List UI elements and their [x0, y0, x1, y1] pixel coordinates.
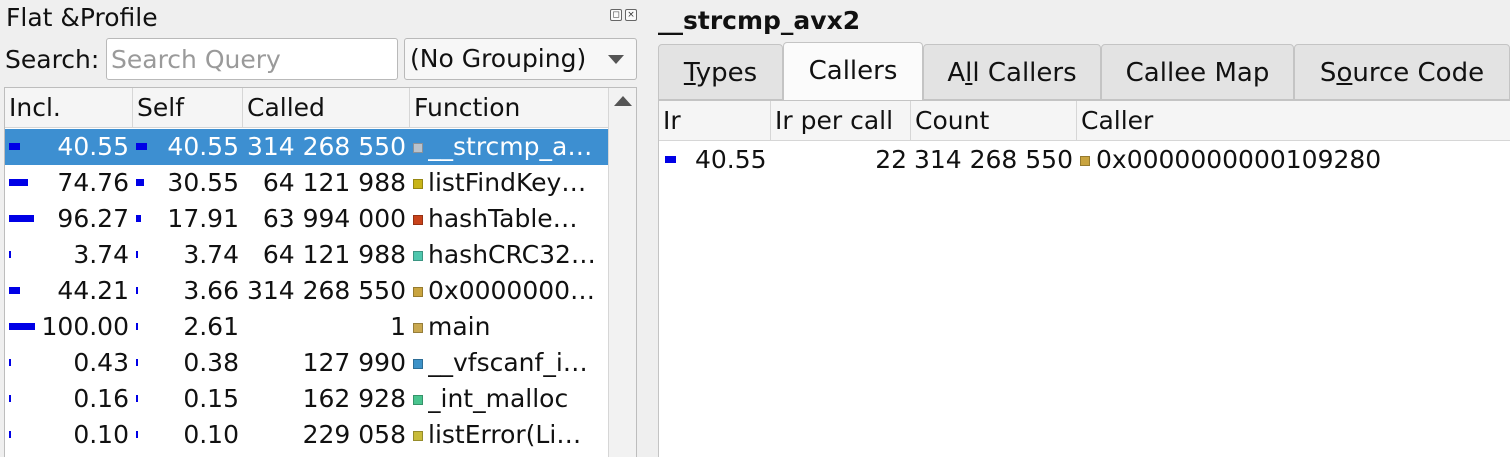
function-cell: _int_malloc: [428, 384, 569, 413]
table-row[interactable]: 0.43 0.38 127 990 __vfscanf_i…: [5, 345, 610, 381]
vertical-scrollbar[interactable]: [608, 88, 636, 457]
function-cell: listError(Li…: [428, 420, 582, 449]
incl-cell: 96.27: [57, 204, 129, 233]
flat-profile-dock: Flat &Profile ◻ × Search: (No Grouping) …: [0, 0, 640, 457]
caller-color-icon: [1080, 156, 1090, 166]
self-cell: 3.74: [183, 240, 239, 269]
grouping-select[interactable]: (No Grouping): [404, 38, 637, 80]
ir-cost-bar: [665, 156, 676, 163]
table-row[interactable]: 0.16 0.15 162 928 _int_malloc: [5, 381, 610, 417]
column-header-incl[interactable]: Incl.: [5, 88, 133, 128]
function-color-icon: [413, 359, 423, 369]
column-header-called[interactable]: Called: [243, 88, 410, 128]
count-cell: 314 268 550: [913, 145, 1073, 174]
column-header-function[interactable]: Function: [410, 88, 610, 128]
table-row[interactable]: 96.27 17.91 63 994 000 hashTable…: [5, 201, 610, 237]
self-cell: 0.15: [183, 384, 239, 413]
function-color-icon: [413, 431, 423, 441]
function-cell: 0x0000000…: [428, 276, 596, 305]
function-cell: hashCRC32…: [428, 240, 596, 269]
function-color-icon: [413, 251, 423, 261]
column-header-ir[interactable]: Ir: [659, 101, 771, 141]
tab-callers[interactable]: Callers: [783, 42, 923, 100]
tab-callee-map[interactable]: Callee Map: [1101, 44, 1294, 100]
table-row[interactable]: 74.76 30.55 64 121 988 listFindKey…: [5, 165, 610, 201]
function-cell: main: [428, 312, 491, 341]
called-cell: 162 928: [302, 384, 406, 413]
dock-close-icon[interactable]: ×: [625, 9, 637, 21]
self-cell: 40.55: [167, 132, 239, 161]
search-label: Search:: [5, 45, 100, 74]
tab-label: All Callers: [947, 58, 1077, 88]
incl-cell: 0.10: [73, 420, 129, 449]
dock-title: Flat &Profile: [6, 3, 158, 32]
incl-cell: 40.55: [57, 132, 129, 161]
column-header-caller[interactable]: Caller: [1077, 101, 1510, 141]
column-header-self[interactable]: Self: [133, 88, 243, 128]
self-cell: 3.66: [183, 276, 239, 305]
function-color-icon: [413, 215, 423, 225]
flat-profile-table[interactable]: Incl. Self Called Function 40.55 40.55 314…: [4, 87, 637, 457]
table-row[interactable]: 40.55 22 314 268 550 0x0000000000109280: [659, 142, 1510, 178]
incl-cell: 74.76: [57, 168, 129, 197]
tab-label: Callers: [808, 56, 898, 86]
called-cell: 127 990: [302, 348, 406, 377]
tab-all-callers[interactable]: All Callers: [923, 44, 1101, 100]
incl-cell: 100.00: [41, 312, 129, 341]
incl-cell: 0.43: [73, 348, 129, 377]
ir-per-call-cell: 22: [875, 145, 907, 174]
detail-tabbar: Types Callers All Callers Callee Map Sou…: [658, 42, 1510, 100]
grouping-value: (No Grouping): [410, 44, 587, 73]
tab-label: Types: [683, 58, 758, 88]
scroll-up-arrow-icon[interactable]: [614, 96, 632, 106]
function-cell: listFindKey…: [428, 168, 587, 197]
called-cell: 64 121 988: [262, 240, 406, 269]
function-title: __strcmp_avx2: [658, 6, 861, 35]
table-row[interactable]: 40.55 40.55 314 268 550 __strcmp_a…: [5, 129, 610, 165]
function-color-icon: [413, 323, 423, 333]
column-header-ir-per-call[interactable]: Ir per call: [771, 101, 911, 141]
tab-label: Source Code: [1319, 58, 1485, 88]
called-cell: 63 994 000: [262, 204, 406, 233]
table-row[interactable]: 44.21 3.66 314 268 550 0x0000000…: [5, 273, 610, 309]
search-input[interactable]: [106, 38, 398, 80]
dock-restore-icon[interactable]: ◻: [610, 9, 622, 21]
called-cell: 314 268 550: [246, 132, 406, 161]
tab-types[interactable]: Types: [658, 44, 783, 100]
ir-cell: 40.55: [695, 145, 767, 174]
incl-cell: 0.16: [73, 384, 129, 413]
table-header: Ir Ir per call Count Caller: [659, 101, 1510, 141]
function-color-icon: [413, 179, 423, 189]
table-row[interactable]: 3.74 3.74 64 121 988 hashCRC32…: [5, 237, 610, 273]
caller-cell: 0x0000000000109280: [1096, 145, 1382, 174]
function-detail-panel: __strcmp_avx2 Types Callers All Callers …: [658, 0, 1510, 457]
self-cell: 2.61: [183, 312, 239, 341]
tab-source-code[interactable]: Source Code: [1294, 44, 1510, 100]
function-cell: __vfscanf_i…: [428, 348, 588, 377]
function-color-icon: [413, 395, 423, 405]
called-cell: 64 121 988: [262, 168, 406, 197]
self-cell: 0.38: [183, 348, 239, 377]
called-cell: 229 058: [302, 420, 406, 449]
incl-cell: 44.21: [57, 276, 129, 305]
self-cell: 30.55: [167, 168, 239, 197]
called-cell: 314 268 550: [246, 276, 406, 305]
callers-table[interactable]: Ir Ir per call Count Caller 40.55 22 314 2…: [658, 100, 1510, 457]
incl-cell: 3.74: [73, 240, 129, 269]
self-cell: 17.91: [167, 204, 239, 233]
function-color-icon: [413, 143, 423, 153]
function-color-icon: [413, 287, 423, 297]
table-header: Incl. Self Called Function: [5, 88, 636, 128]
function-cell: hashTable…: [428, 204, 578, 233]
function-cell: __strcmp_a…: [428, 132, 593, 161]
dock-splitter[interactable]: [640, 0, 658, 457]
table-row[interactable]: 0.10 0.10 229 058 listError(Li…: [5, 417, 610, 453]
chevron-down-icon: [608, 55, 624, 64]
table-row[interactable]: 100.00 2.61 1 main: [5, 309, 610, 345]
tab-label: Callee Map: [1125, 58, 1270, 88]
called-cell: 1: [390, 312, 406, 341]
column-header-count[interactable]: Count: [911, 101, 1077, 141]
self-cell: 0.10: [183, 420, 239, 449]
